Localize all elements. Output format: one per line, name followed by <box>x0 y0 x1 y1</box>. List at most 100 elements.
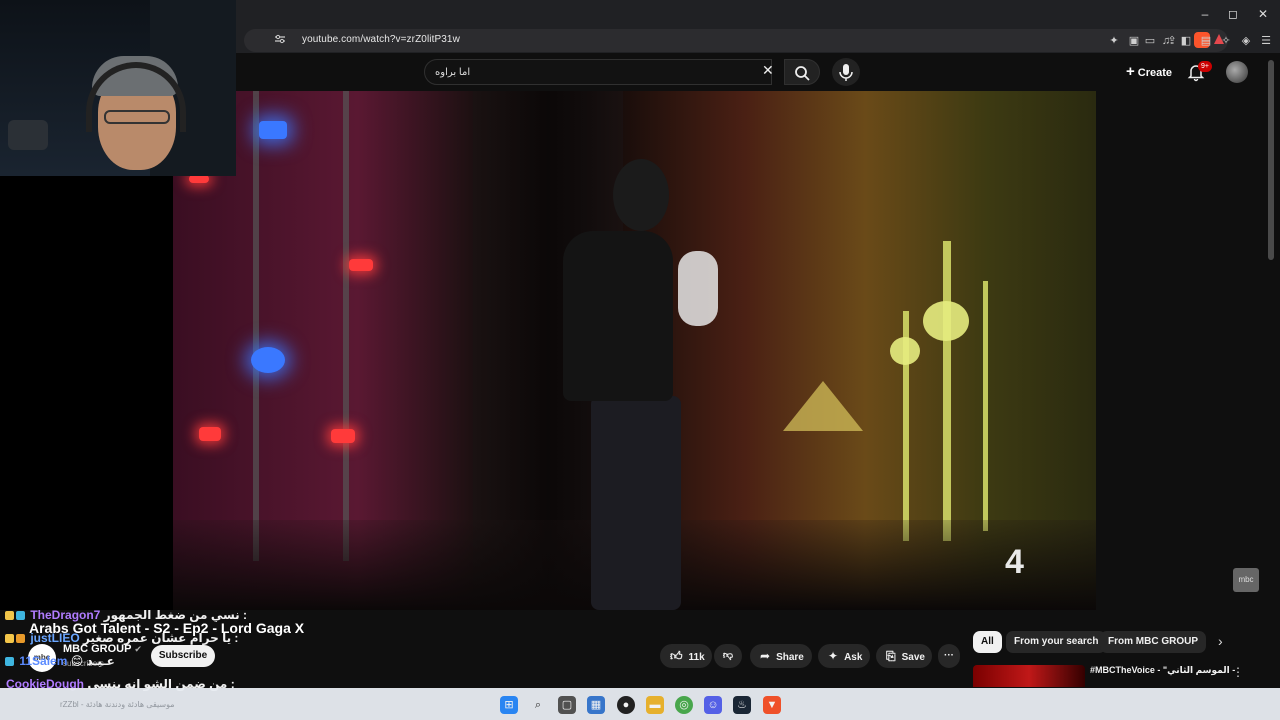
start-icon[interactable]: ⊞ <box>500 696 518 714</box>
voice-search-button[interactable] <box>832 58 860 86</box>
screen: – ◻ ✕ youtube.com/watch?v=zrZ0litP31w ▭ … <box>0 0 1280 720</box>
close-window-button[interactable]: ✕ <box>1248 4 1278 24</box>
minimize-button[interactable]: – <box>1190 4 1220 24</box>
video-info-area: Arabs Got Talent - S2 - Ep2 - Lord Gaga … <box>0 608 960 691</box>
chat-badge-icon <box>16 611 25 620</box>
microphone-icon <box>839 64 853 81</box>
store-icon[interactable]: ▦ <box>587 696 605 714</box>
notification-count-badge: 9+ <box>1198 61 1212 72</box>
backdrop-tower <box>983 281 988 531</box>
chat-text: نسي من ضغط الجمهور : <box>103 608 248 622</box>
obs-icon[interactable]: ● <box>617 696 635 714</box>
leo-ai-icon[interactable]: ✧ <box>1218 33 1234 49</box>
thumbs-down-icon: 👎︎ <box>722 650 734 661</box>
music-icon[interactable]: ♫ <box>1158 33 1174 49</box>
save-playlist-icon: ⎘ <box>886 649 896 663</box>
backdrop-tower <box>943 241 951 541</box>
brave-icon[interactable]: ▼ <box>763 696 781 714</box>
save-button[interactable]: ⎘ Save <box>876 644 932 668</box>
restore-button[interactable]: ◻ <box>1218 4 1248 24</box>
performer <box>591 396 681 610</box>
search-input[interactable]: اما براوه <box>424 59 772 85</box>
floating-channel-logo: mbc <box>1233 568 1259 592</box>
save-label: Save <box>901 652 925 663</box>
stage-light <box>199 427 221 441</box>
stage-light <box>251 347 285 373</box>
chat-text: 😊 عـيـد <box>70 654 115 668</box>
stage-light <box>259 121 287 139</box>
backdrop-tower <box>890 337 920 365</box>
share-button[interactable]: ➦ Share <box>750 644 812 668</box>
share-label: Share <box>776 652 804 663</box>
menu-icon[interactable]: ☰ <box>1258 33 1274 49</box>
subscribe-button[interactable]: Subscribe <box>151 645 215 667</box>
windows-taskbar: rZZbl - موسيقى هادئة ودندنة هادئة ⊞ ⌕ ▢ … <box>0 688 1280 720</box>
search-button[interactable] <box>784 59 820 85</box>
performer <box>613 159 669 231</box>
left-black-panel <box>0 176 173 610</box>
chip-all[interactable]: All <box>973 631 1002 653</box>
search-icon[interactable]: ⌕ <box>529 696 547 714</box>
site-info-icon[interactable] <box>272 33 288 49</box>
chat-message: justLIEO يا حرام عشان عمره صغير : <box>5 631 238 645</box>
task-view-icon[interactable]: ▢ <box>558 696 576 714</box>
recommendation-menu-icon[interactable]: ⋮ <box>1232 665 1244 679</box>
more-actions-button[interactable]: ··· <box>938 644 960 668</box>
chat-username: TheDragon7 <box>30 608 101 622</box>
address-bar[interactable]: youtube.com/watch?v=zrZ0litP31w ▭ ⇪ <box>244 29 1228 52</box>
backdrop-tower <box>923 301 969 341</box>
account-avatar[interactable] <box>1226 61 1248 83</box>
taskbar-media-text: rZZbl - موسيقى هادئة ودندنة هادئة <box>60 700 175 709</box>
vpn-shield-icon[interactable]: ◈ <box>1238 33 1254 49</box>
ask-button[interactable]: ✦ Ask <box>818 644 870 668</box>
performer <box>678 251 718 326</box>
recommendation-thumbnail[interactable] <box>973 665 1085 687</box>
page-scrollbar[interactable] <box>1268 60 1274 260</box>
youtube-header: اما براوه ✕ + Create 9+ <box>236 53 1280 91</box>
chat-badge-icon <box>16 634 25 643</box>
stage-light <box>349 259 373 271</box>
stage-truss <box>343 91 349 561</box>
chat-badge-icon <box>5 611 14 620</box>
discord-icon[interactable]: ☺ <box>704 696 722 714</box>
create-label: Create <box>1137 67 1173 79</box>
chat-text: يا حرام عشان عمره صغير : <box>83 631 239 645</box>
url-text: youtube.com/watch?v=zrZ0litP31w <box>302 34 460 45</box>
chat-message: TheDragon7 نسي من ضغط الجمهور : <box>5 608 247 622</box>
thumbs-up-icon: 👍︎ <box>670 649 683 663</box>
cast-icon[interactable]: ▭ <box>1142 33 1158 49</box>
extensions-icon[interactable]: ✦ <box>1106 33 1122 49</box>
sparkle-icon: ✦ <box>828 649 839 663</box>
like-button[interactable]: 👍︎ 11k <box>660 644 712 668</box>
like-count: 11k <box>688 652 705 663</box>
recommendation-title[interactable]: #MBCTheVoice - "الموسم الثاني - <box>1090 665 1235 676</box>
chat-badge-icon <box>5 657 14 666</box>
ask-label: Ask <box>844 652 863 663</box>
chrome-icon[interactable]: ◎ <box>675 696 693 714</box>
streamer-microphone <box>8 120 48 150</box>
stage-light <box>331 429 355 443</box>
steam-icon[interactable]: ♨ <box>733 696 751 714</box>
create-button[interactable]: + Create <box>1116 59 1182 85</box>
search-icon <box>795 66 810 81</box>
sidebar-icon[interactable]: ◧ <box>1178 33 1194 49</box>
file-explorer-icon[interactable]: ▬ <box>646 696 664 714</box>
share-arrow-icon: ➦ <box>760 649 771 663</box>
stage-truss <box>253 91 259 561</box>
streamer-glasses <box>104 110 170 124</box>
webcam-overlay <box>0 0 236 176</box>
search-query-text: اما براوه <box>435 67 471 78</box>
backdrop-pyramid <box>783 381 863 431</box>
wallet2-icon[interactable]: ▤ <box>1198 33 1214 49</box>
verified-icon: ✔ <box>134 644 142 654</box>
video-player[interactable]: 4 <box>173 91 1096 610</box>
chat-message: 11Salem 😊 عـيـد <box>5 654 115 668</box>
dislike-button[interactable]: 👎︎ <box>714 644 742 668</box>
chip-from-your-search[interactable]: From your search <box>1006 631 1107 653</box>
browser-toolbar: youtube.com/watch?v=zrZ0litP31w ▭ ⇪ ✦ ▣ … <box>236 28 1280 53</box>
chevron-right-icon[interactable]: › <box>1218 633 1223 649</box>
wallet-icon[interactable]: ▣ <box>1126 33 1142 49</box>
clear-search-icon[interactable]: ✕ <box>762 61 774 79</box>
chat-badge-icon <box>5 634 14 643</box>
chip-from-channel[interactable]: From MBC GROUP <box>1100 631 1206 653</box>
